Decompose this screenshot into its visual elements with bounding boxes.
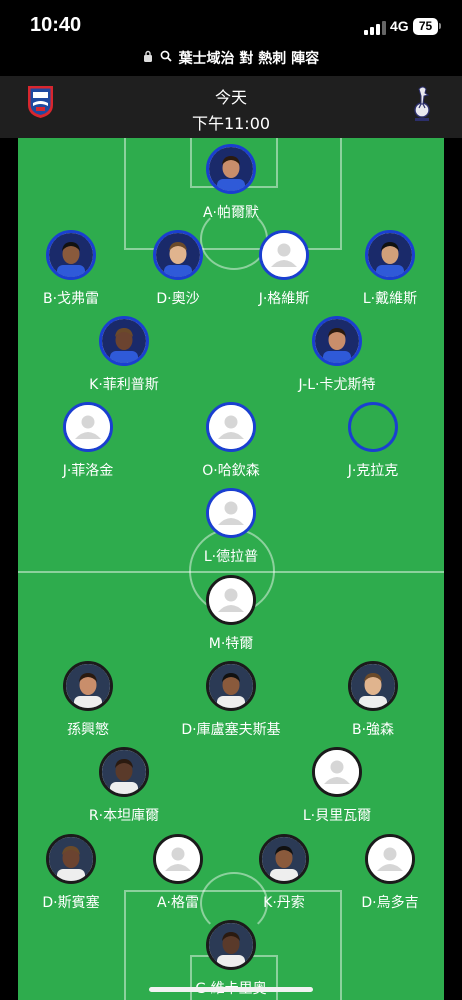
player-m-tel[interactable]: M·特爾 [156, 575, 306, 653]
signal-icon [364, 21, 386, 35]
url-bar[interactable]: 葉士域治 對 熱刺 陣容 [0, 48, 462, 74]
player-photo [206, 575, 256, 625]
player-name: O·哈欽森 [202, 463, 260, 479]
page-title: 葉士域治 對 熱刺 陣容 [178, 51, 320, 67]
player-photo [46, 834, 96, 884]
player-j-clarke[interactable]: J·克拉克 [298, 402, 448, 480]
player-photo [63, 402, 113, 452]
player-name: J·菲洛金 [62, 463, 114, 479]
player-photo [46, 230, 96, 280]
search-icon [160, 48, 172, 70]
player-name: R·本坦庫爾 [88, 808, 160, 824]
player-photo [63, 661, 113, 711]
player-name: A·帕爾默 [202, 205, 260, 221]
player-name: B·強森 [351, 722, 395, 738]
player-d-udogie[interactable]: D·烏多吉 [315, 834, 462, 912]
player-photo [206, 661, 256, 711]
player-name: D·庫盧塞夫斯基 [181, 722, 281, 738]
player-photo [153, 230, 203, 280]
player-b-johnson[interactable]: B·強森 [298, 661, 448, 739]
player-photo [206, 920, 256, 970]
player-name: L·戴維斯 [362, 291, 418, 307]
match-header: 今天 下午11:00 [0, 76, 462, 138]
player-a-palmer[interactable]: A·帕爾默 [156, 144, 306, 222]
lock-icon [143, 48, 153, 70]
player-name: M·特爾 [208, 636, 254, 652]
player-photo [206, 144, 256, 194]
player-l-delap[interactable]: L·德拉普 [156, 488, 306, 566]
player-photo [365, 834, 415, 884]
player-k-phillips[interactable]: K·菲利普斯 [49, 316, 199, 394]
player-photo [348, 402, 398, 452]
network-label: 4G [390, 18, 409, 34]
player-photo [312, 747, 362, 797]
player-name: L·貝里瓦爾 [302, 808, 372, 824]
player-l-davis[interactable]: L·戴維斯 [315, 230, 462, 308]
player-photo [259, 834, 309, 884]
match-day: 今天 [214, 88, 247, 107]
player-o-hutchinson[interactable]: O·哈欽森 [156, 402, 306, 480]
player-name: J·克拉克 [347, 463, 399, 479]
player-son-heung-min[interactable]: 孫興慜 [13, 661, 163, 739]
player-photo [153, 834, 203, 884]
kickoff-time: 下午11:00 [191, 114, 271, 133]
battery-nub [439, 23, 441, 29]
player-name: 孫興慜 [67, 722, 109, 738]
player-name: D·烏多吉 [361, 895, 419, 911]
player-photo [206, 488, 256, 538]
player-jl-cajuste[interactable]: J-L·卡尤斯特 [262, 316, 412, 394]
player-photo [312, 316, 362, 366]
player-name: J-L·卡尤斯特 [298, 377, 376, 393]
player-l-bergvall[interactable]: L·貝里瓦爾 [262, 747, 412, 825]
player-d-kulusevski[interactable]: D·庫盧塞夫斯基 [156, 661, 306, 739]
player-name: L·德拉普 [203, 549, 259, 565]
status-time: 10:40 [30, 14, 82, 36]
player-photo [348, 661, 398, 711]
player-name: K·菲利普斯 [89, 377, 159, 393]
player-photo [99, 747, 149, 797]
player-j-philogene[interactable]: J·菲洛金 [13, 402, 163, 480]
player-photo [259, 230, 309, 280]
battery-icon: 75 [413, 18, 438, 35]
player-photo [206, 402, 256, 452]
player-r-bentancur[interactable]: R·本坦庫爾 [49, 747, 199, 825]
player-photo [365, 230, 415, 280]
player-photo [99, 316, 149, 366]
tottenham-hotspur-crest-icon[interactable] [411, 84, 433, 122]
home-indicator[interactable] [149, 987, 313, 992]
status-bar: 10:40 4G 75 [0, 0, 462, 48]
